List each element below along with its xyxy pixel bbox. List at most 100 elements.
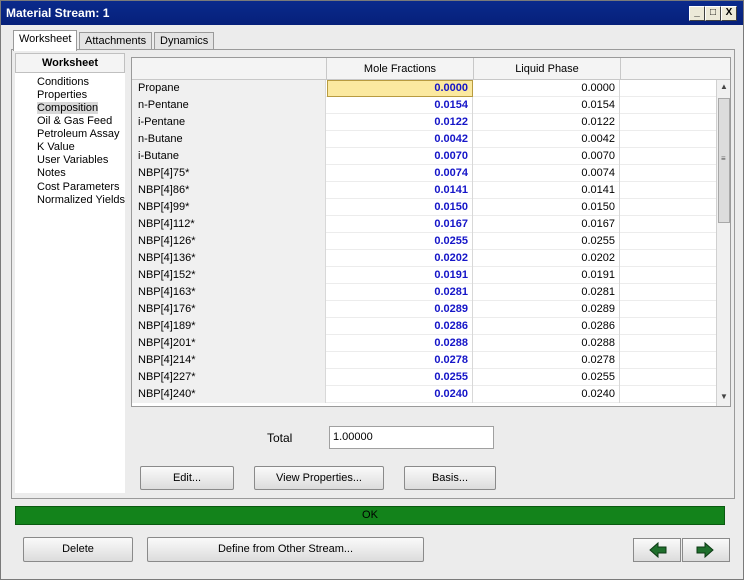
mole-fraction-cell[interactable]: 0.0240: [327, 386, 473, 403]
component-name: n-Butane: [132, 131, 326, 148]
mole-fraction-cell[interactable]: 0.0167: [327, 216, 473, 233]
table-row: NBP[4]176* 0.0289 0.0289: [132, 301, 716, 318]
header-liquid-phase[interactable]: Liquid Phase: [474, 58, 621, 80]
liquid-phase-cell: 0.0278: [474, 352, 620, 369]
header-mole-fractions[interactable]: Mole Fractions: [327, 58, 474, 80]
right-arrow-icon: [696, 541, 714, 559]
table-row: NBP[4]86* 0.0141 0.0141: [132, 182, 716, 199]
nav-item-oil-gas-feed[interactable]: Oil & Gas Feed: [37, 115, 112, 127]
title-bar: Material Stream: 1 _ □ X: [1, 1, 743, 25]
component-name: NBP[4]99*: [132, 199, 326, 216]
table-row: n-Pentane 0.0154 0.0154: [132, 97, 716, 114]
component-name: NBP[4]163*: [132, 284, 326, 301]
liquid-phase-cell: 0.0042: [474, 131, 620, 148]
liquid-phase-cell: 0.0150: [474, 199, 620, 216]
mole-fraction-cell[interactable]: 0.0122: [327, 114, 473, 131]
nav-item-petroleum-assay[interactable]: Petroleum Assay: [37, 128, 120, 140]
mole-fraction-cell[interactable]: 0.0288: [327, 335, 473, 352]
table-row: NBP[4]189* 0.0286 0.0286: [132, 318, 716, 335]
mole-fraction-cell[interactable]: 0.0070: [327, 148, 473, 165]
component-name: NBP[4]240*: [132, 386, 326, 403]
mole-fraction-cell[interactable]: 0.0042: [327, 131, 473, 148]
nav-item-normalized-yields[interactable]: Normalized Yields: [37, 194, 125, 206]
mole-fraction-cell[interactable]: 0.0255: [327, 369, 473, 386]
table-row: NBP[4]112* 0.0167 0.0167: [132, 216, 716, 233]
mole-fraction-cell[interactable]: 0.0141: [327, 182, 473, 199]
table-row: i-Butane 0.0070 0.0070: [132, 148, 716, 165]
header-component: [132, 58, 327, 80]
mole-fraction-cell[interactable]: 0.0150: [327, 199, 473, 216]
worksheet-nav: Worksheet Conditions Properties Composit…: [15, 53, 125, 493]
mole-fraction-cell[interactable]: 0.0289: [327, 301, 473, 318]
mole-fraction-cell[interactable]: 0.0286: [327, 318, 473, 335]
liquid-phase-cell: 0.0202: [474, 250, 620, 267]
component-name: NBP[4]112*: [132, 216, 326, 233]
liquid-phase-cell: 0.0074: [474, 165, 620, 182]
material-stream-window: Material Stream: 1 _ □ X Worksheet Attac…: [0, 0, 744, 580]
table-row: Propane 0.0000 0.0000: [132, 80, 716, 97]
total-value-field: 1.00000: [329, 426, 494, 449]
table-row: NBP[4]163* 0.0281 0.0281: [132, 284, 716, 301]
tab-attachments[interactable]: Attachments: [79, 32, 153, 50]
liquid-phase-cell: 0.0141: [474, 182, 620, 199]
total-label: Total: [267, 431, 293, 445]
component-name: n-Pentane: [132, 97, 326, 114]
liquid-phase-cell: 0.0286: [474, 318, 620, 335]
scroll-thumb[interactable]: ≡: [718, 98, 730, 223]
scroll-up-icon[interactable]: ▲: [718, 82, 730, 94]
mole-fraction-cell[interactable]: 0.0154: [327, 97, 473, 114]
define-from-other-stream-button[interactable]: Define from Other Stream...: [147, 537, 424, 562]
liquid-phase-cell: 0.0289: [474, 301, 620, 318]
mole-fraction-cell[interactable]: 0.0281: [327, 284, 473, 301]
liquid-phase-cell: 0.0167: [474, 216, 620, 233]
tab-worksheet[interactable]: Worksheet: [13, 30, 78, 51]
liquid-phase-cell: 0.0288: [474, 335, 620, 352]
component-name: Propane: [132, 80, 326, 97]
view-properties-button[interactable]: View Properties...: [254, 466, 384, 490]
table-row: NBP[4]240* 0.0240 0.0240: [132, 386, 716, 403]
table-row: NBP[4]99* 0.0150 0.0150: [132, 199, 716, 216]
component-name: NBP[4]152*: [132, 267, 326, 284]
nav-item-composition[interactable]: Composition: [37, 102, 99, 114]
table-row: NBP[4]126* 0.0255 0.0255: [132, 233, 716, 250]
delete-button[interactable]: Delete: [23, 537, 133, 562]
table-row: i-Pentane 0.0122 0.0122: [132, 114, 716, 131]
table-row: NBP[4]214* 0.0278 0.0278: [132, 352, 716, 369]
liquid-phase-cell: 0.0255: [474, 233, 620, 250]
tab-dynamics[interactable]: Dynamics: [154, 32, 215, 50]
back-button[interactable]: [633, 538, 681, 562]
edit-button[interactable]: Edit...: [140, 466, 234, 490]
nav-item-k-value[interactable]: K Value: [37, 141, 75, 153]
forward-button[interactable]: [682, 538, 730, 562]
mole-fraction-cell[interactable]: 0.0191: [327, 267, 473, 284]
liquid-phase-cell: 0.0191: [474, 267, 620, 284]
left-arrow-icon: [649, 541, 667, 559]
scroll-down-icon[interactable]: ▼: [718, 392, 730, 404]
liquid-phase-cell: 0.0255: [474, 369, 620, 386]
mole-fraction-cell[interactable]: 0.0202: [327, 250, 473, 267]
grip-icon: ≡: [721, 154, 726, 163]
basis-button[interactable]: Basis...: [404, 466, 496, 490]
nav-item-user-variables[interactable]: User Variables: [37, 154, 108, 166]
status-bar: OK: [15, 506, 725, 525]
mole-fraction-cell[interactable]: 0.0074: [327, 165, 473, 182]
liquid-phase-cell: 0.0122: [474, 114, 620, 131]
restore-button[interactable]: □: [705, 6, 721, 21]
liquid-phase-cell: 0.0070: [474, 148, 620, 165]
mole-fraction-cell[interactable]: 0.0278: [327, 352, 473, 369]
liquid-phase-cell: 0.0154: [474, 97, 620, 114]
mole-fraction-cell[interactable]: 0.0000: [327, 80, 473, 97]
component-name: NBP[4]189*: [132, 318, 326, 335]
nav-item-cost-parameters[interactable]: Cost Parameters: [37, 181, 120, 193]
close-button[interactable]: X: [721, 6, 737, 21]
table-row: NBP[4]227* 0.0255 0.0255: [132, 369, 716, 386]
nav-item-conditions[interactable]: Conditions: [37, 76, 89, 88]
component-name: NBP[4]201*: [132, 335, 326, 352]
composition-grid: Mole Fractions Liquid Phase Propane 0.00…: [131, 57, 731, 407]
grid-header: Mole Fractions Liquid Phase: [132, 58, 730, 80]
mole-fraction-cell[interactable]: 0.0255: [327, 233, 473, 250]
nav-item-properties[interactable]: Properties: [37, 89, 87, 101]
nav-item-notes[interactable]: Notes: [37, 167, 66, 179]
grid-scrollbar[interactable]: ▲ ≡ ▼: [716, 80, 730, 406]
minimize-button[interactable]: _: [689, 6, 705, 21]
